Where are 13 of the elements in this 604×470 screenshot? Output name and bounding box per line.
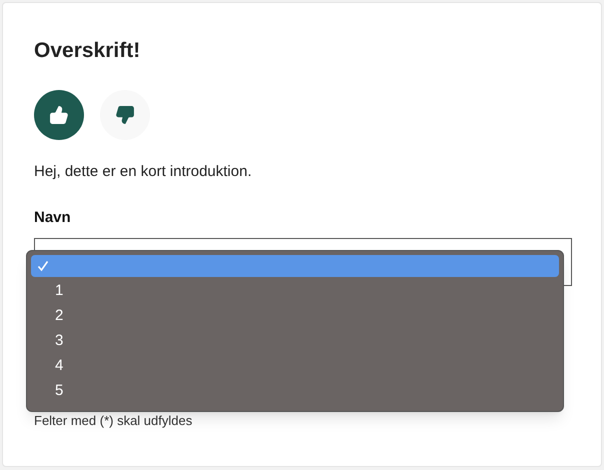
field-label: Navn [34,208,72,228]
thumbs-up-icon [49,105,69,125]
dropdown-option[interactable]: 3 [31,330,559,352]
thumbs-up-button[interactable] [34,90,84,140]
required-note: Felter med (*) skal udfyldes [34,413,194,429]
intro-text: Hej, dette er en kort introduktion. [34,162,253,182]
dropdown-option[interactable]: 2 [31,305,559,327]
dropdown-option[interactable]: 4 [31,355,559,377]
dropdown-option[interactable]: 5 [31,380,559,402]
thumbs-down-icon [115,105,135,125]
page-title: Overskrift! [34,38,142,64]
dropdown-option[interactable]: 1 [31,280,559,302]
checkmark-icon [37,260,49,272]
